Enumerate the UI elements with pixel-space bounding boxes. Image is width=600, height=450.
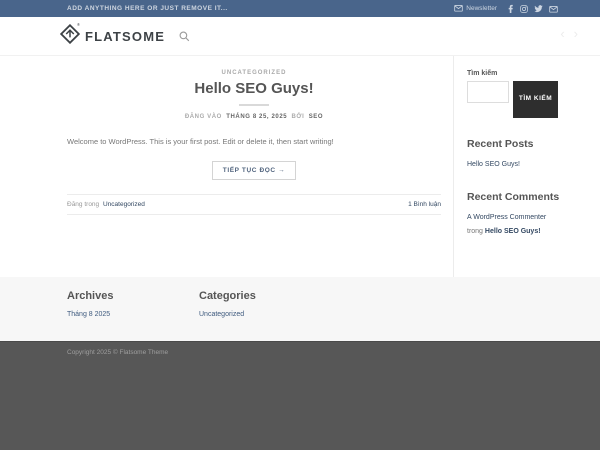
logo-text: FLATSOME — [85, 28, 166, 44]
search-widget-label: Tìm kiếm — [467, 70, 498, 77]
recent-post-link[interactable]: Hello SEO Guys! — [467, 161, 520, 168]
post-date-link[interactable]: THÁNG 8 25, 2025 — [226, 114, 287, 120]
comments-count-link[interactable]: 1 Bình luận — [408, 201, 441, 208]
commented-post-link[interactable]: Hello SEO Guys! — [485, 228, 541, 235]
topbar-message: ADD ANYTHING HERE OR JUST REMOVE IT... — [67, 5, 228, 12]
posted-on-label: ĐĂNG VÀO — [184, 114, 222, 120]
envelope-icon — [454, 4, 464, 14]
site-logo[interactable]: ® FLATSOME — [59, 21, 166, 49]
search-submit-button[interactable]: TÌM KIẾM — [513, 81, 558, 118]
category-link[interactable]: Uncategorized — [199, 311, 331, 318]
flatsome-diamond-icon — [59, 23, 81, 49]
blog-post: UNCATEGORIZED Hello SEO Guys! ĐĂNG VÀO T… — [42, 56, 454, 277]
next-arrow-icon[interactable]: › — [574, 27, 578, 40]
post-meta: ĐĂNG VÀO THÁNG 8 25, 2025 BỞI SEO — [67, 114, 441, 120]
comment-in-label: trong — [467, 227, 483, 235]
email-icon[interactable] — [549, 5, 558, 13]
post-footer-meta: Đăng trong Uncategorized 1 Bình luận — [67, 194, 441, 216]
title-divider — [239, 104, 269, 106]
search-input[interactable] — [467, 81, 509, 103]
post-author-link[interactable]: SEO — [309, 114, 323, 120]
search-icon[interactable] — [179, 31, 190, 42]
post-excerpt: Welcome to WordPress. This is your first… — [67, 137, 334, 146]
post-category-label[interactable]: UNCATEGORIZED — [67, 70, 441, 76]
footer-widgets: Archives Tháng 8 2025 Categories Uncateg… — [0, 277, 600, 341]
commenter-link[interactable]: A WordPress Commenter — [467, 214, 546, 221]
instagram-icon[interactable] — [520, 4, 528, 13]
archives-title: Archives — [67, 290, 114, 302]
by-label: BỞI — [291, 114, 305, 120]
categories-title: Categories — [199, 290, 256, 302]
registered-mark: ® — [77, 21, 80, 27]
posted-in-category-link[interactable]: Uncategorized — [103, 201, 145, 208]
absolute-footer: Copyright 2025 © Flatsome Theme — [0, 341, 600, 450]
posted-in-label: Đăng trong — [67, 201, 100, 209]
recent-comments-title: Recent Comments — [467, 191, 560, 204]
facebook-icon[interactable] — [507, 4, 514, 13]
topbar: ADD ANYTHING HERE OR JUST REMOVE IT... N… — [0, 0, 600, 17]
sidebar: Tìm kiếm TÌM KIẾM Recent Posts Hello SEO… — [454, 56, 560, 277]
newsletter-link[interactable]: Newsletter — [454, 4, 497, 14]
post-title[interactable]: Hello SEO Guys! — [67, 80, 441, 97]
continue-reading-button[interactable]: TIẾP TỤC ĐỌC → — [211, 161, 297, 181]
recent-comment-item: A WordPress Commenter trong Hello SEO Gu… — [467, 211, 558, 238]
main-content: UNCATEGORIZED Hello SEO Guys! ĐĂNG VÀO T… — [0, 56, 600, 277]
carousel-arrows: ‹ › — [560, 27, 578, 40]
copyright-text: Copyright 2025 © Flatsome Theme — [67, 349, 169, 356]
site-header: ® FLATSOME ‹ › — [0, 17, 600, 56]
twitter-icon[interactable] — [534, 4, 543, 13]
recent-posts-title: Recent Posts — [467, 138, 534, 150]
newsletter-label: Newsletter — [466, 5, 497, 12]
archive-month-link[interactable]: Tháng 8 2025 — [67, 311, 199, 318]
prev-arrow-icon[interactable]: ‹ — [560, 27, 564, 40]
